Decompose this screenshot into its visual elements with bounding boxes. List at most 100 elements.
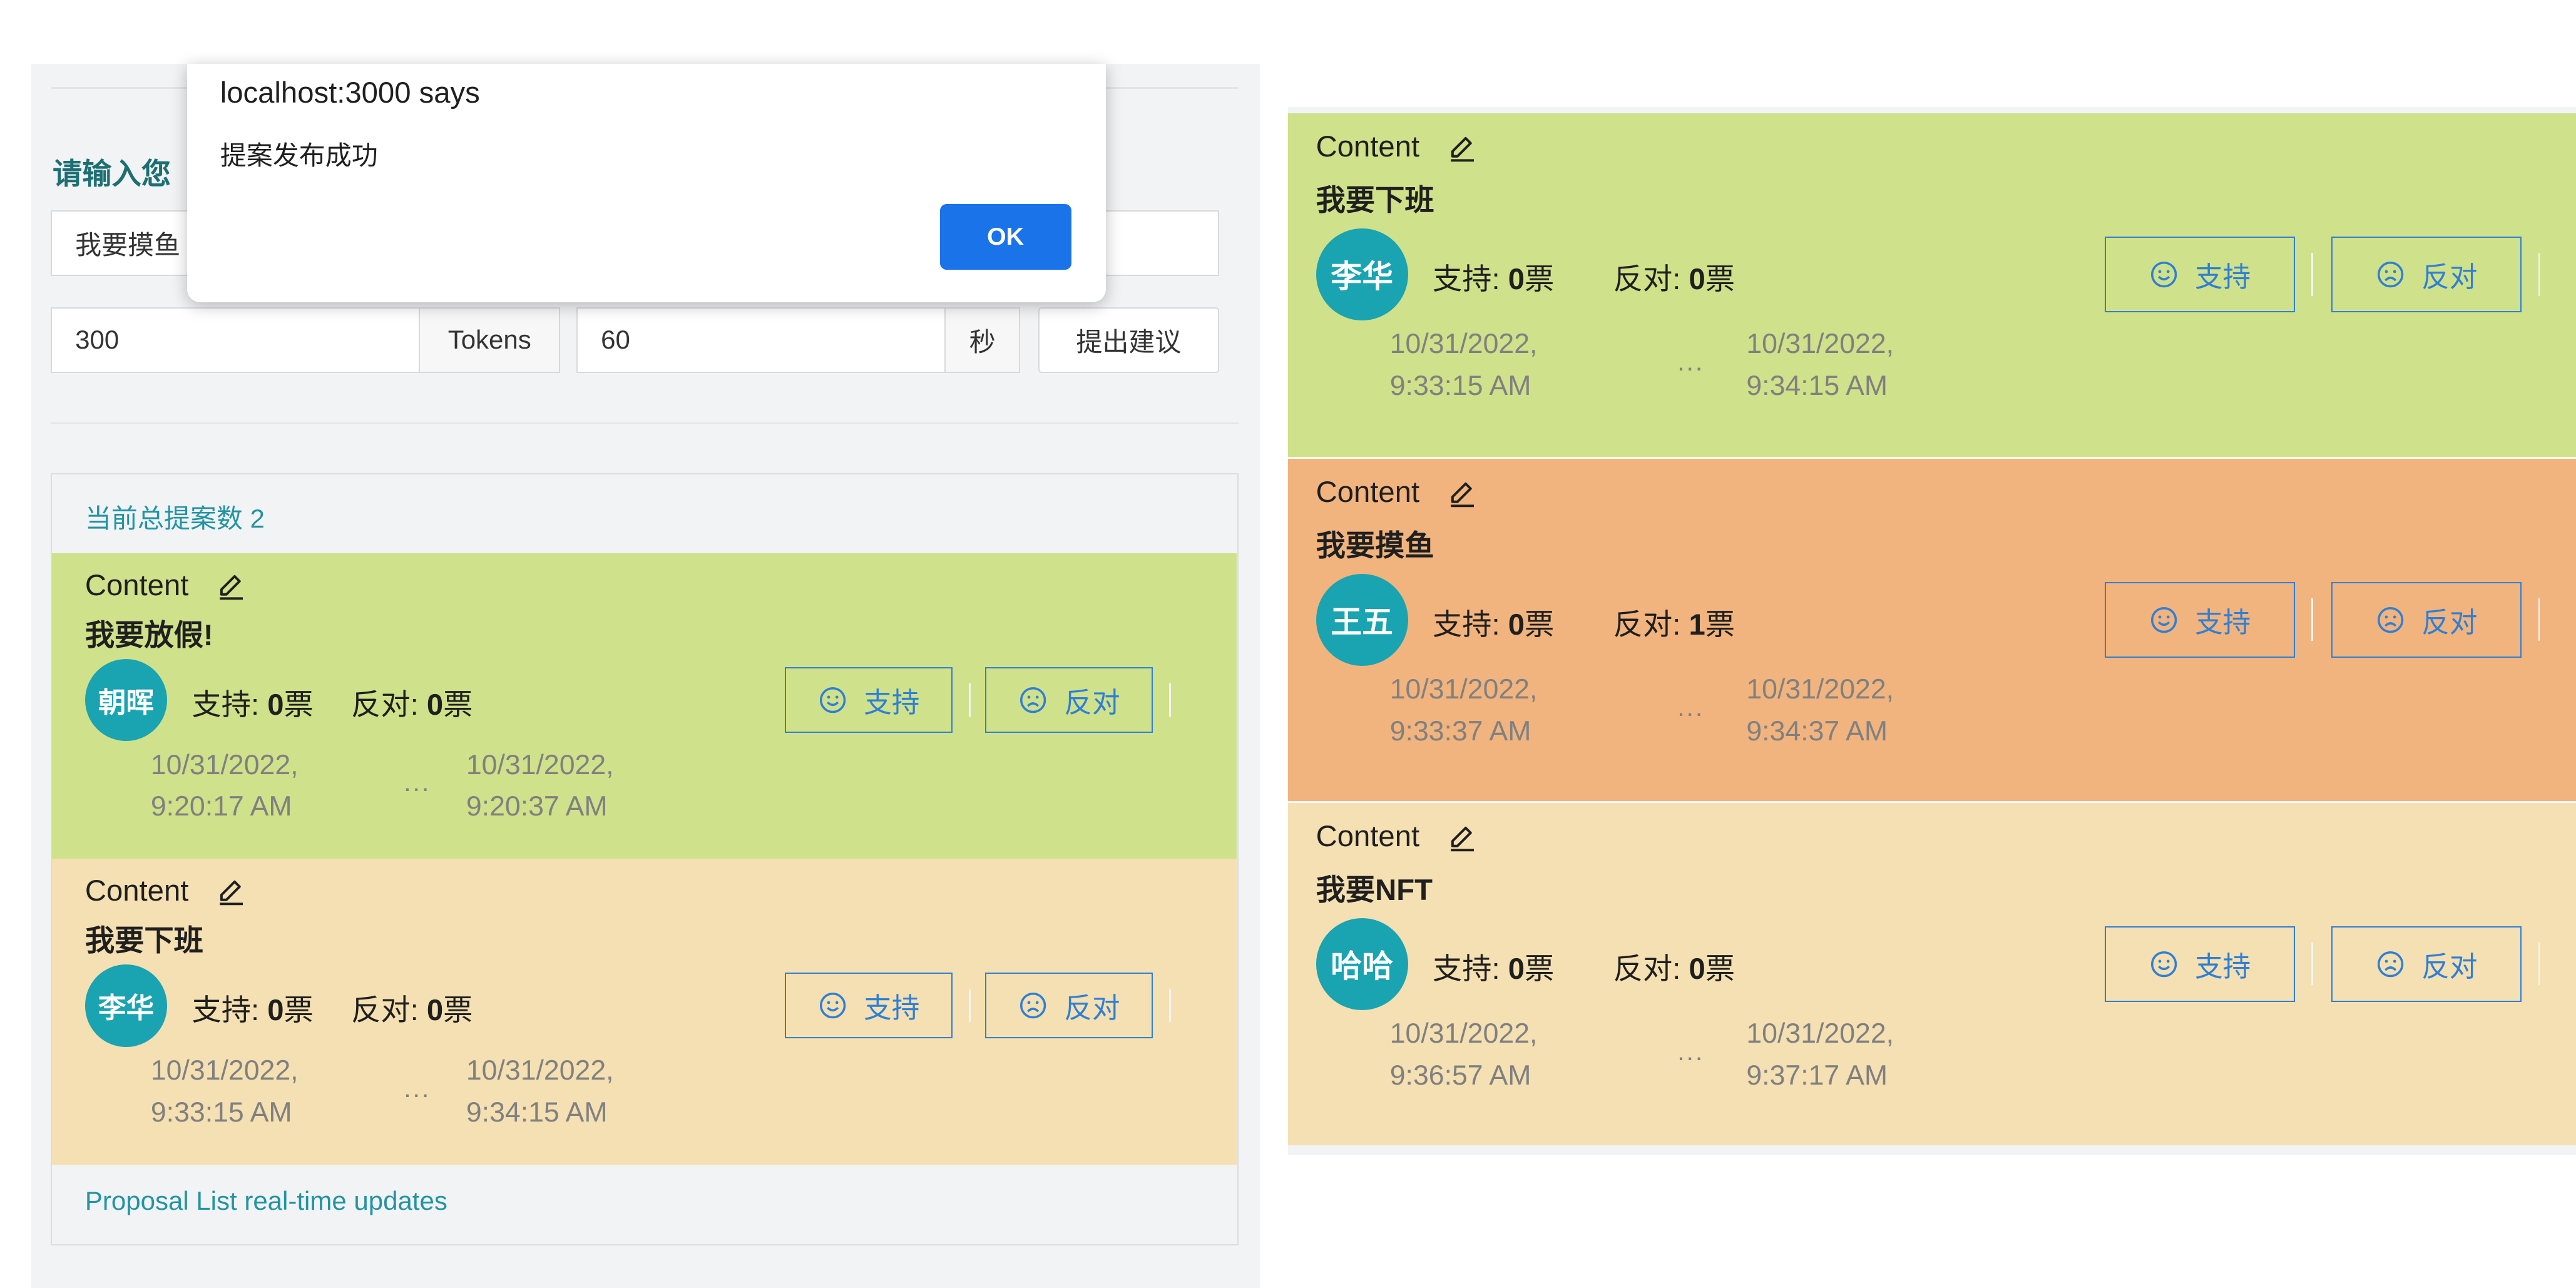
- smile-icon: [2149, 949, 2179, 979]
- oppose-button-label: 反对: [1064, 688, 1120, 719]
- time-range-ellipsis: ...: [1677, 1036, 1705, 1066]
- avatar: 李华: [84, 964, 168, 1047]
- proposal-card: Content 我要放假! 朝晖 支持: 0票 反对: 0票 支持 反对 10/31/2022…: [52, 553, 1237, 859]
- avatar: 王五: [1316, 573, 1408, 666]
- proposal-text: 我要摸鱼: [1316, 529, 1434, 563]
- end-time: 10/31/2022, 9:34:15 AM: [1746, 329, 1894, 402]
- oppose-count: 反对: 0票: [351, 688, 473, 722]
- oppose-button[interactable]: 反对: [985, 973, 1153, 1039]
- screen: 请输入您 我要摸鱼 300 Tokens 60 秒 提出建议 当前总提案数 2 …: [0, 0, 2576, 1288]
- divider: [2311, 598, 2313, 641]
- oppose-count: 反对: 0票: [351, 994, 473, 1028]
- divider: [1169, 683, 1171, 717]
- support-button-label: 支持: [2195, 951, 2251, 983]
- support-count: 支持: 0票: [192, 688, 314, 722]
- oppose-button[interactable]: 反对: [2331, 581, 2522, 658]
- divider: [2311, 943, 2313, 986]
- content-label: Content: [1316, 130, 1420, 164]
- proposal-text: 我要下班: [84, 924, 203, 958]
- end-time: 10/31/2022, 9:20:37 AM: [466, 749, 614, 822]
- start-time: 10/31/2022, 9:33:15 AM: [150, 1055, 299, 1128]
- avatar: 李华: [1316, 228, 1408, 320]
- avatar: 朝晖: [84, 659, 168, 742]
- divider: [969, 989, 971, 1023]
- oppose-count: 反对: 1票: [1613, 608, 1735, 641]
- proposal-card: Content 我要下班李华 支持: 0票 反对: 0票 支持 反对 10/31/2022,…: [52, 859, 1237, 1165]
- proposal-text: 我要放假!: [84, 618, 213, 652]
- time-range-ellipsis: ...: [1677, 346, 1705, 376]
- frown-icon: [2376, 949, 2405, 979]
- smile-icon: [818, 991, 847, 1020]
- frown-icon: [2376, 605, 2405, 635]
- frown-icon: [1018, 991, 1048, 1020]
- end-time: 10/31/2022, 9:34:15 AM: [466, 1055, 614, 1128]
- oppose-button-label: 反对: [2421, 951, 2478, 983]
- dialog-message: 提案发布成功: [220, 141, 378, 171]
- realtime-updates-note: Proposal List real-time updates: [84, 1185, 447, 1215]
- support-button-label: 支持: [2195, 607, 2251, 638]
- end-time: 10/31/2022, 9:34:37 AM: [1746, 674, 1894, 747]
- content-label: Content: [84, 569, 189, 603]
- alert-dialog: localhost:3000 says 提案发布成功 OK: [187, 64, 1106, 302]
- content-label: Content: [1316, 476, 1420, 509]
- proposal-text: 我要下班: [1316, 183, 1434, 217]
- submit-proposal-button[interactable]: 提出建议: [1038, 307, 1219, 373]
- pencil-icon[interactable]: [1448, 479, 1477, 508]
- proposal-text: 我要NFT: [1316, 873, 1433, 907]
- support-button[interactable]: 支持: [2104, 926, 2296, 1002]
- amount-unit-addon: Tokens: [419, 307, 561, 373]
- support-button-label: 支持: [864, 688, 920, 719]
- support-button[interactable]: 支持: [2104, 237, 2296, 312]
- support-count: 支持: 0票: [1433, 952, 1555, 986]
- divider: [2538, 598, 2540, 641]
- oppose-button[interactable]: 反对: [2331, 237, 2522, 312]
- smile-icon: [818, 685, 847, 715]
- proposal-card: Content 我要NFT 哈哈 支持: 0票 反对: 0票 支持 反对 10/31/2022…: [1288, 802, 2576, 1145]
- pencil-icon[interactable]: [1448, 823, 1477, 852]
- content-label: Content: [84, 874, 189, 908]
- divider: [2538, 253, 2540, 296]
- prompt-title: 请输入您: [53, 157, 171, 191]
- support-button[interactable]: 支持: [785, 973, 953, 1039]
- support-button-label: 支持: [864, 993, 920, 1025]
- divider: [1169, 989, 1171, 1023]
- divider: [51, 422, 1239, 424]
- divider: [2311, 253, 2313, 296]
- duration-input[interactable]: 60: [576, 307, 946, 373]
- oppose-button[interactable]: 反对: [985, 667, 1153, 733]
- avatar: 哈哈: [1316, 917, 1408, 1010]
- oppose-button[interactable]: 反对: [2331, 926, 2522, 1002]
- dialog-title: localhost:3000 says: [220, 76, 480, 110]
- proposal-count-header: 当前总提案数 2: [84, 503, 265, 533]
- right-proposal-list: Content 我要下班 李华 支持: 0票 反对: 0票 支持 反对 10/31/2022,…: [1288, 106, 2576, 1155]
- support-count: 支持: 0票: [1433, 262, 1555, 296]
- content-label: Content: [1316, 820, 1420, 854]
- support-button-label: 支持: [2195, 262, 2251, 293]
- oppose-count: 反对: 0票: [1613, 952, 1735, 986]
- amount-input[interactable]: 300: [51, 307, 421, 373]
- start-time: 10/31/2022, 9:33:15 AM: [1389, 329, 1538, 402]
- pencil-icon[interactable]: [217, 571, 246, 601]
- dialog-ok-button[interactable]: OK: [939, 203, 1071, 270]
- time-range-ellipsis: ...: [404, 767, 431, 797]
- pencil-icon[interactable]: [217, 877, 246, 906]
- smile-icon: [2149, 605, 2179, 635]
- support-button[interactable]: 支持: [2104, 581, 2296, 658]
- proposal-card: Content 我要摸鱼王五 支持: 0票 反对: 1票 支持 反对 10/31/2022,…: [1288, 457, 2576, 801]
- proposal-list: 当前总提案数 2 Content 我要放假! 朝晖 支持: 0票 反对: 0票 支持 反对 1…: [51, 473, 1239, 1245]
- start-time: 10/31/2022, 9:20:17 AM: [150, 749, 299, 822]
- duration-unit-addon: 秒: [944, 307, 1021, 373]
- start-time: 10/31/2022, 9:36:57 AM: [1389, 1018, 1538, 1091]
- oppose-count: 反对: 0票: [1613, 262, 1735, 296]
- time-range-ellipsis: ...: [404, 1073, 431, 1103]
- oppose-button-label: 反对: [2421, 607, 2478, 638]
- support-button[interactable]: 支持: [785, 667, 953, 733]
- start-time: 10/31/2022, 9:33:37 AM: [1389, 674, 1538, 747]
- support-count: 支持: 0票: [192, 994, 314, 1028]
- support-count: 支持: 0票: [1433, 608, 1555, 641]
- pencil-icon[interactable]: [1448, 133, 1477, 163]
- oppose-button-label: 反对: [1064, 993, 1120, 1025]
- divider: [2538, 943, 2540, 986]
- divider: [969, 683, 971, 717]
- oppose-button-label: 反对: [2421, 262, 2478, 293]
